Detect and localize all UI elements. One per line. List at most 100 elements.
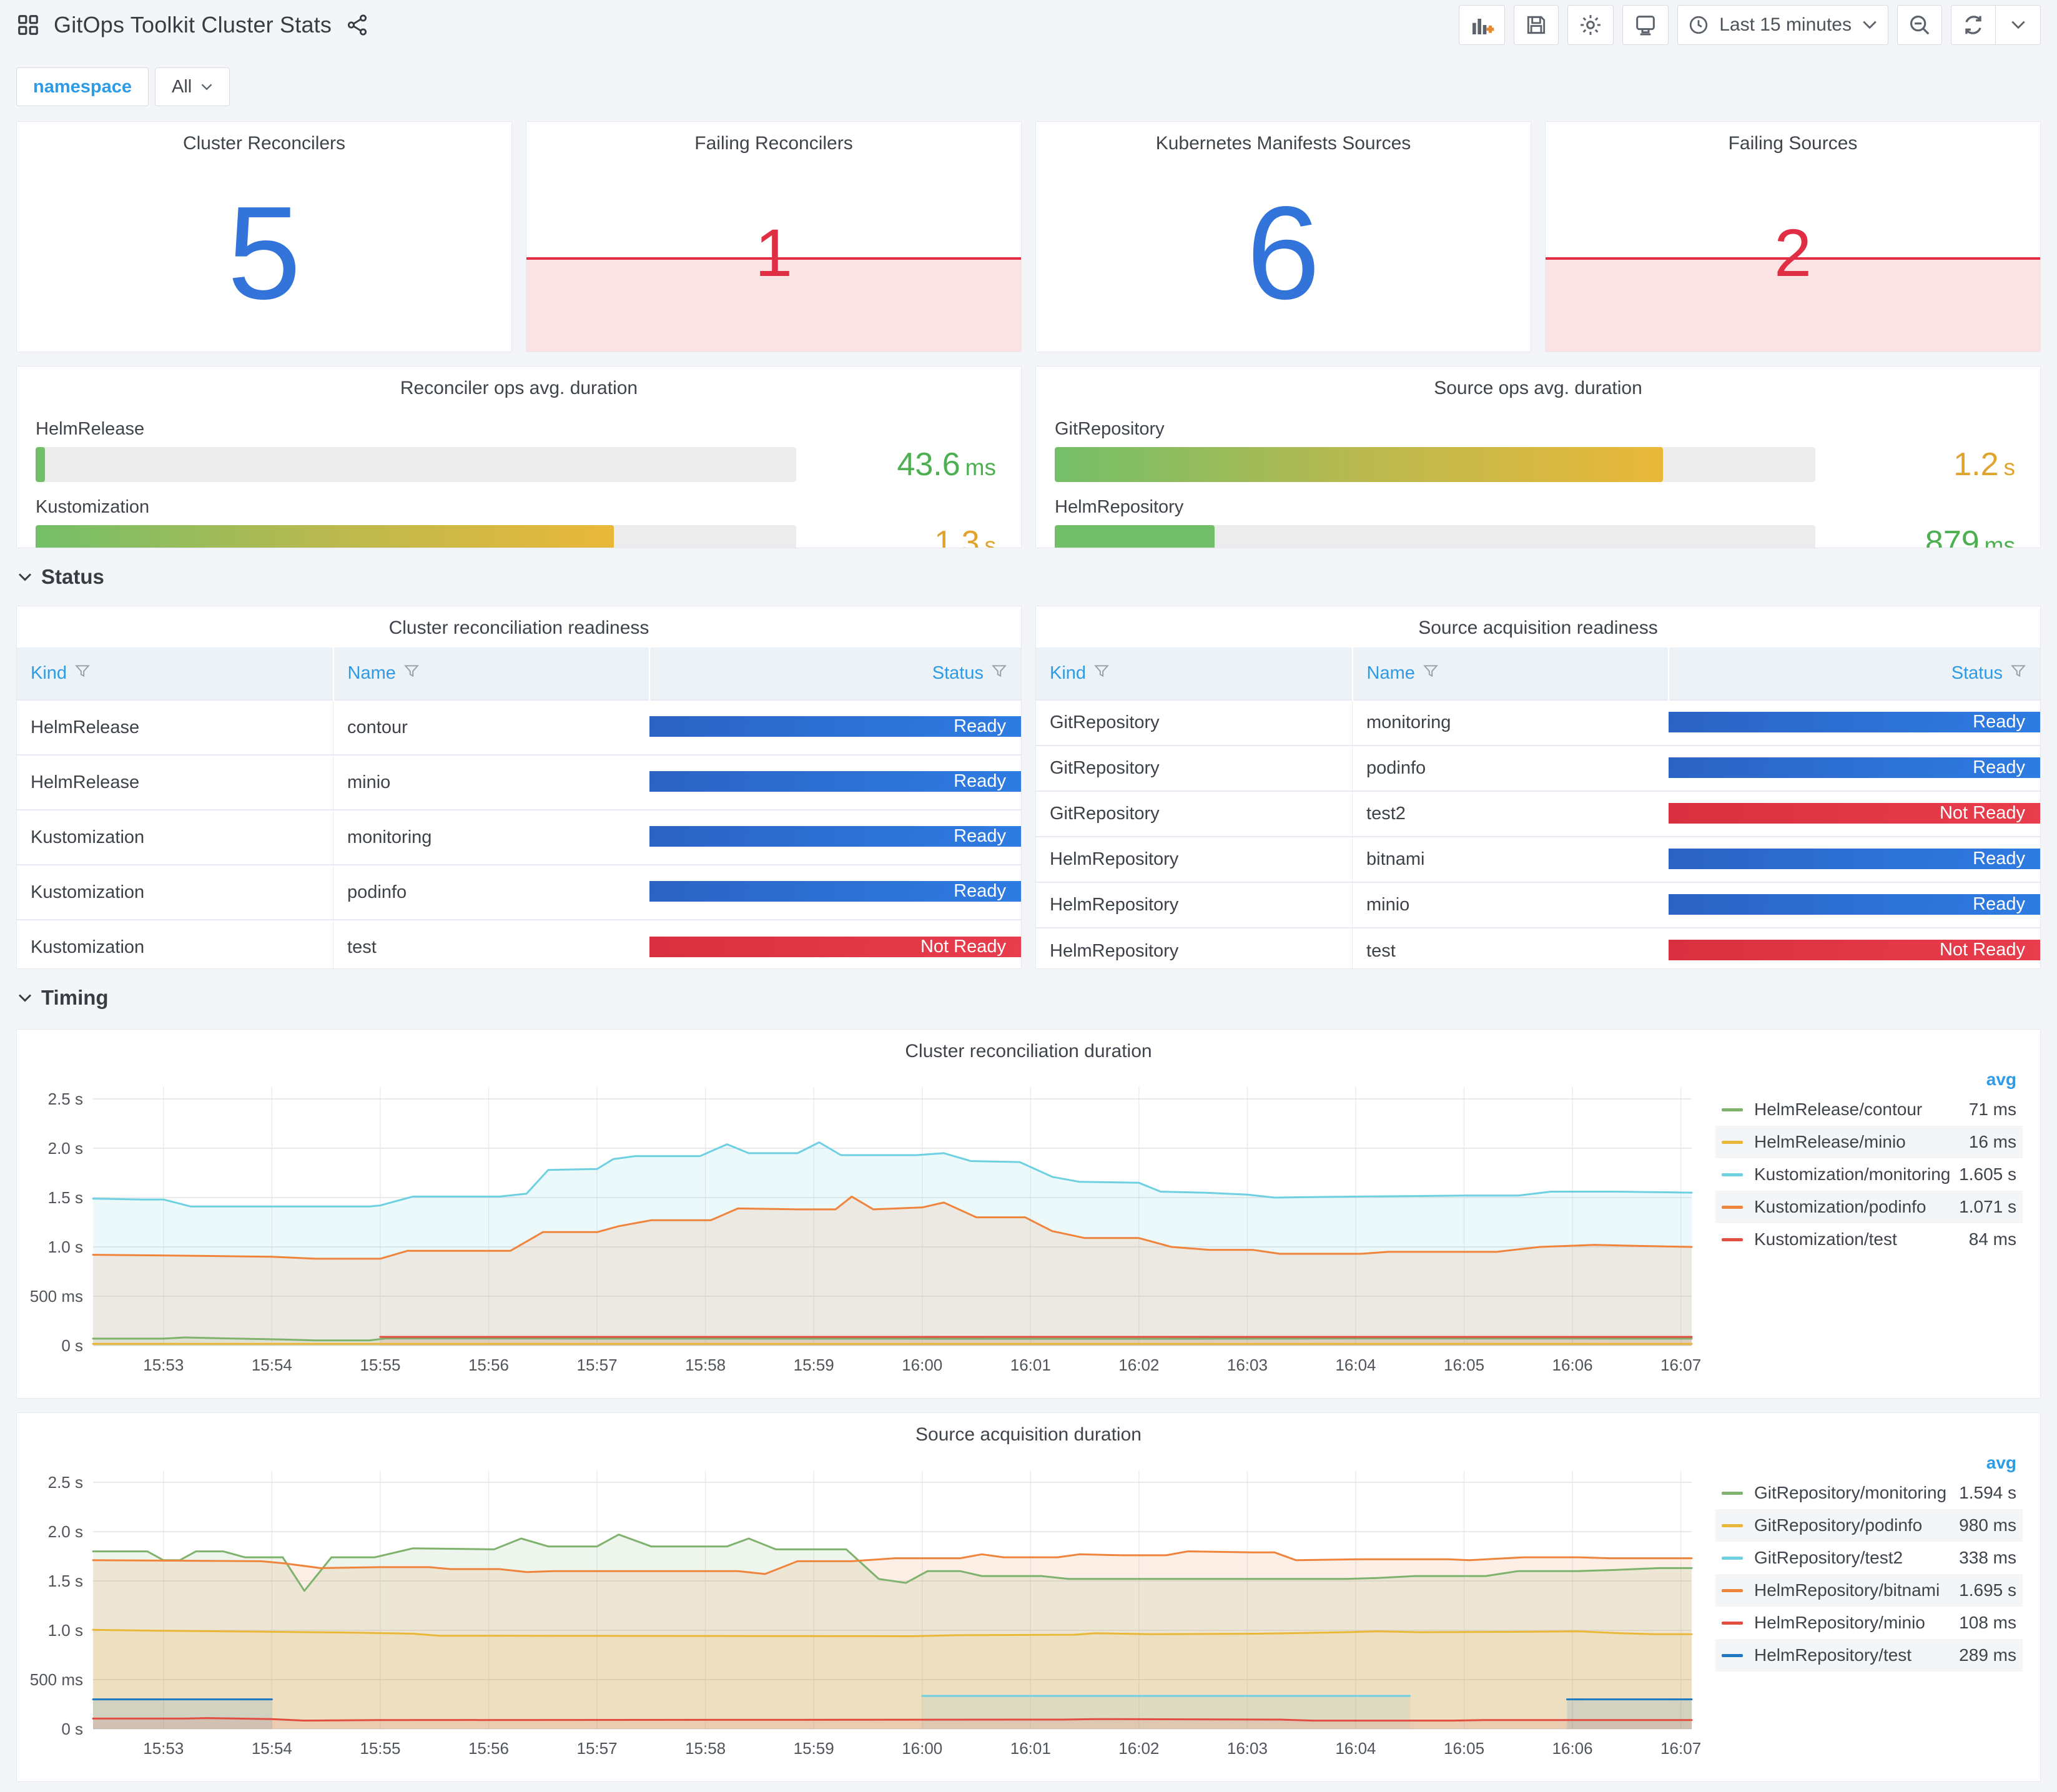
legend-item[interactable]: GitRepository/podinfo 980 ms (1715, 1509, 2023, 1542)
zoom-out-button[interactable] (1897, 5, 1942, 45)
legend-avg-value: 1.605 s (1959, 1164, 2016, 1184)
svg-text:16:00: 16:00 (902, 1356, 942, 1374)
refresh-interval-dropdown[interactable] (1996, 5, 2041, 45)
svg-text:15:58: 15:58 (685, 1739, 726, 1758)
stat-panel-title: Failing Reconcilers (694, 133, 853, 154)
legend-item[interactable]: HelmRepository/test 289 ms (1715, 1639, 2023, 1671)
svg-text:16:05: 16:05 (1444, 1356, 1484, 1374)
column-header-kind[interactable]: Kind (1036, 647, 1353, 700)
status-section-label: Status (41, 565, 104, 588)
legend-avg-value: 84 ms (1968, 1229, 2016, 1249)
legend-item[interactable]: HelmRepository/minio 108 ms (1715, 1607, 2023, 1639)
share-icon[interactable] (345, 13, 369, 37)
legend-item[interactable]: HelmRepository/bitnami 1.695 s (1715, 1574, 2023, 1607)
svg-text:1.0 s: 1.0 s (48, 1238, 83, 1256)
chart-plot: 0 s 500 ms 1.0 s 1.5 s 2.0 s 2.5 s 15:53 1… (28, 1076, 1702, 1382)
cell-name: podinfo (333, 864, 650, 920)
svg-text:16:03: 16:03 (1227, 1356, 1268, 1374)
svg-text:16:07: 16:07 (1660, 1739, 1701, 1758)
status-badge: Not Ready (649, 936, 1021, 957)
svg-text:15:59: 15:59 (794, 1356, 834, 1374)
legend-header[interactable]: avg (1715, 1066, 2023, 1093)
cell-status: Ready (649, 754, 1021, 810)
save-dashboard-button[interactable] (1514, 5, 1559, 45)
cell-name: minio (333, 754, 650, 810)
legend-item[interactable]: GitRepository/test2 338 ms (1715, 1542, 2023, 1574)
gauge-row: GitRepository 1.2 s (1055, 419, 2021, 483)
timing-section-toggle[interactable]: Timing (0, 969, 2057, 1026)
chart-legend: avg GitRepository/monitoring 1.594 s Git… (1715, 1449, 2023, 1671)
filter-funnel-icon[interactable] (403, 663, 420, 684)
cell-kind: GitRepository (1036, 790, 1353, 837)
cell-status: Ready (1669, 745, 2040, 791)
legend-avg-value: 71 ms (1968, 1100, 2016, 1119)
svg-text:15:58: 15:58 (685, 1356, 726, 1374)
legend-swatch (1722, 1173, 1743, 1176)
cell-name: monitoring (1352, 699, 1669, 746)
svg-text:500 ms: 500 ms (30, 1287, 83, 1306)
table-row: HelmRepository bitnami Ready (1036, 836, 2040, 882)
legend-avg-value: 338 ms (1959, 1548, 2016, 1567)
add-panel-button[interactable] (1459, 5, 1506, 45)
svg-text:15:57: 15:57 (577, 1739, 618, 1758)
chart-title: Source acquisition duration (915, 1424, 1142, 1445)
gauge-row: Kustomization 1.3 s (36, 497, 1002, 548)
column-header-status[interactable]: Status (1668, 647, 2040, 700)
cell-status: Ready (649, 699, 1021, 755)
gauge-track (1055, 525, 1815, 548)
column-header-name[interactable]: Name (332, 647, 650, 700)
legend-series-name: GitRepository/podinfo (1754, 1515, 1923, 1535)
column-header-status[interactable]: Status (649, 647, 1021, 700)
stat-panel-title: Failing Sources (1728, 133, 1858, 154)
svg-text:1.0 s: 1.0 s (48, 1621, 83, 1640)
filter-funnel-icon[interactable] (74, 663, 91, 684)
filter-funnel-icon[interactable] (1423, 663, 1439, 684)
cell-status: Ready (649, 864, 1021, 920)
cell-status: Ready (1669, 836, 2040, 882)
namespace-variable-label: namespace (16, 67, 149, 106)
column-header-kind[interactable]: Kind (17, 647, 333, 700)
chart-panel-0: Cluster reconciliation duration 0 s 500 … (16, 1029, 2041, 1399)
svg-text:15:54: 15:54 (252, 1739, 292, 1758)
cell-name: test2 (1352, 790, 1669, 837)
status-section-toggle[interactable]: Status (0, 548, 2057, 606)
status-badge: Not Ready (1669, 940, 2040, 960)
cell-kind: Kustomization (17, 809, 333, 865)
svg-text:15:54: 15:54 (252, 1356, 292, 1374)
legend-item[interactable]: HelmRelease/contour 71 ms (1715, 1093, 2023, 1126)
svg-text:2.0 s: 2.0 s (48, 1139, 83, 1158)
gauge-label: HelmRelease (36, 419, 145, 439)
legend-avg-value: 1.695 s (1959, 1580, 2016, 1600)
namespace-variable-select[interactable]: All (155, 67, 230, 106)
status-badge: Ready (649, 826, 1021, 847)
stat-panel-title: Kubernetes Manifests Sources (1155, 133, 1411, 154)
gauge-label: Kustomization (36, 497, 150, 517)
stats-row: Cluster Reconcilers 5 Failing Reconcilers 1… (0, 121, 2057, 352)
cell-status: Not Ready (1669, 790, 2040, 837)
legend-item[interactable]: Kustomization/test 84 ms (1715, 1223, 2023, 1256)
page-title: GitOps Toolkit Cluster Stats (54, 12, 332, 37)
column-header-name[interactable]: Name (1351, 647, 1669, 700)
svg-text:15:55: 15:55 (360, 1739, 400, 1758)
legend-item[interactable]: Kustomization/podinfo 1.071 s (1715, 1191, 2023, 1223)
svg-text:16:00: 16:00 (902, 1739, 942, 1758)
gauge-value: 43.6 ms (897, 446, 996, 483)
legend-item[interactable]: HelmRelease/minio 16 ms (1715, 1126, 2023, 1158)
filter-funnel-icon[interactable] (991, 663, 1007, 684)
filter-funnel-icon[interactable] (1093, 663, 1110, 684)
cell-status: Ready (649, 809, 1021, 865)
filter-funnel-icon[interactable] (2010, 663, 2026, 684)
apps-dashboard-icon[interactable] (16, 13, 40, 37)
time-range-picker[interactable]: Last 15 minutes (1677, 5, 1888, 45)
legend-swatch (1722, 1556, 1743, 1560)
legend-header[interactable]: avg (1715, 1449, 2023, 1477)
refresh-button[interactable] (1951, 5, 1996, 45)
gauge-fill (1055, 525, 1215, 548)
legend-item[interactable]: GitRepository/monitoring 1.594 s (1715, 1477, 2023, 1509)
legend-series-name: GitRepository/test2 (1754, 1548, 1903, 1567)
tv-mode-button[interactable] (1622, 5, 1669, 45)
legend-item[interactable]: Kustomization/monitoring 1.605 s (1715, 1158, 2023, 1191)
legend-series-name: HelmRepository/test (1754, 1645, 1912, 1665)
chart-legend: avg HelmRelease/contour 71 ms HelmReleas… (1715, 1066, 2023, 1256)
settings-gear-button[interactable] (1567, 5, 1614, 45)
